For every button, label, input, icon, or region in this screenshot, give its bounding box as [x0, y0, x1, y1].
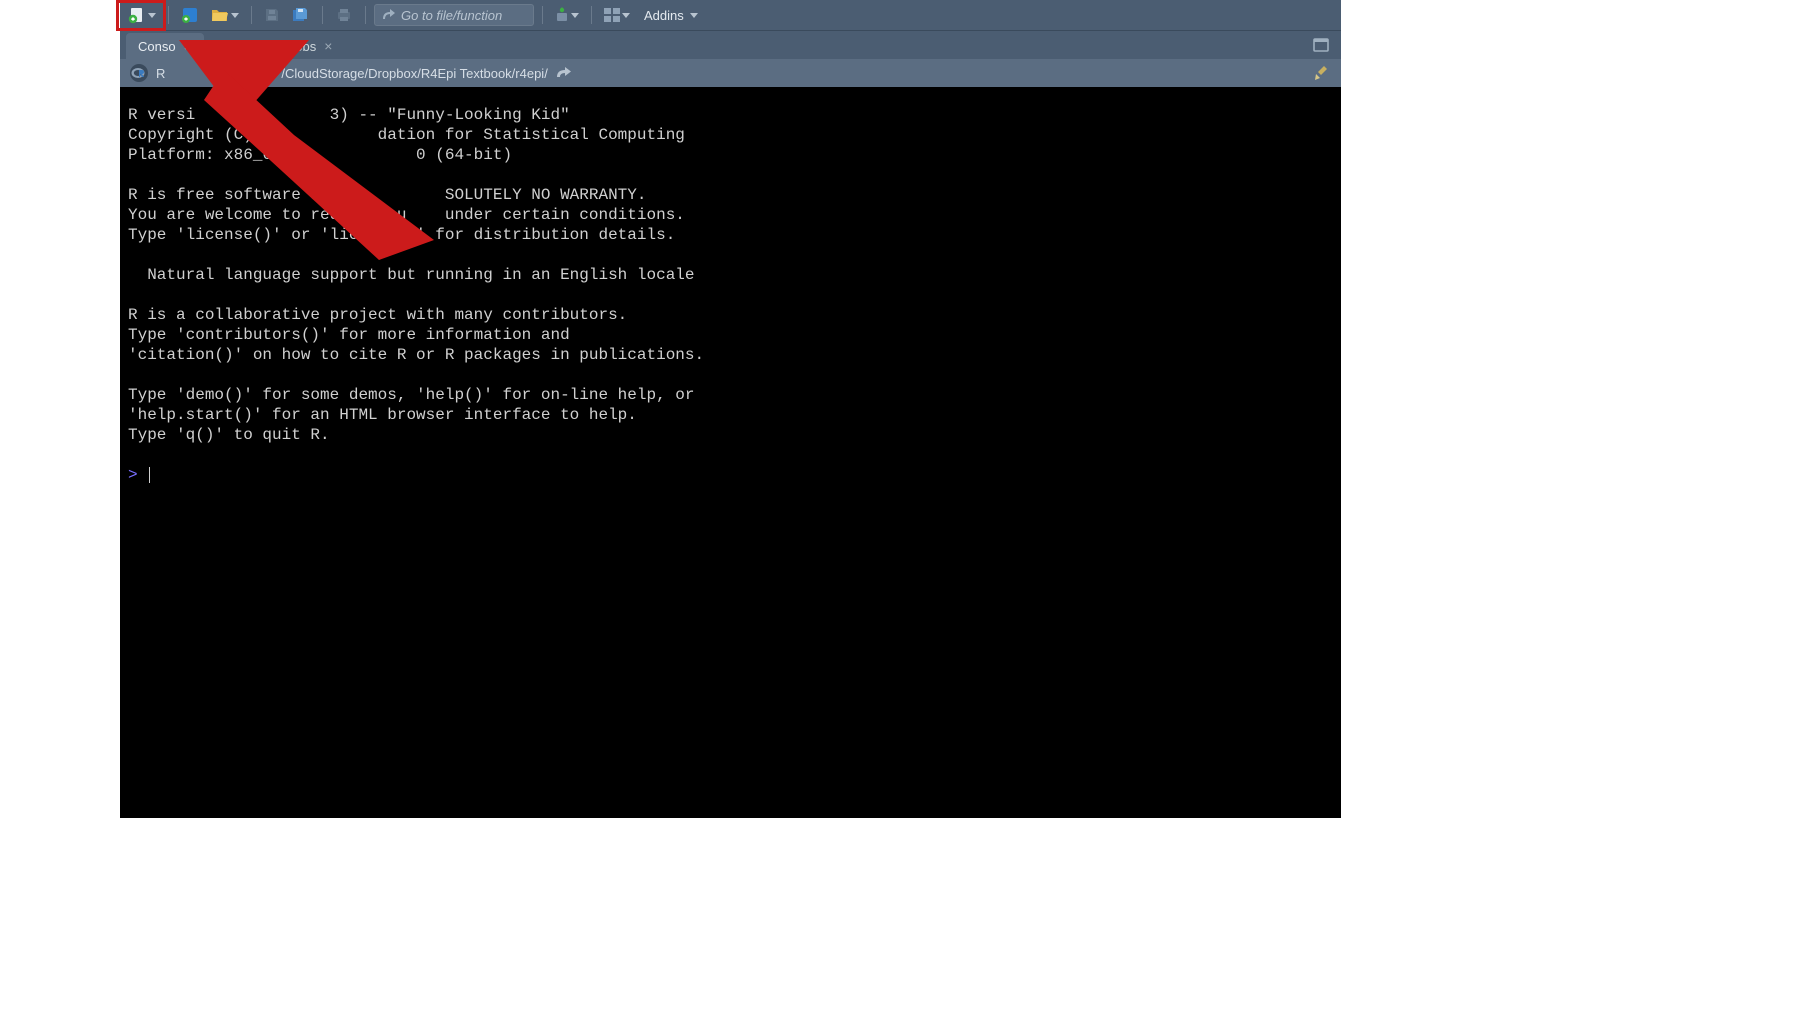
- chevron-down-icon: [622, 13, 630, 18]
- goto-arrow-icon: [381, 9, 395, 21]
- console-line: 'citation()' on how to cite R or R packa…: [128, 346, 704, 364]
- print-icon: [335, 7, 353, 23]
- new-project-button[interactable]: [177, 3, 203, 27]
- tab-console[interactable]: Conso ×: [126, 33, 204, 59]
- toolbar-separator: [251, 6, 252, 24]
- maximize-icon: [1313, 37, 1331, 53]
- chevron-down-icon: [148, 13, 156, 18]
- console-path-bar: R /CloudStorage/Dropbox/R4Epi Textbook/r…: [120, 59, 1341, 87]
- tab-label: Background Jobs: [216, 39, 316, 54]
- console-line: Platform: x86_64-a 0 (64-bit): [128, 146, 512, 164]
- console-prompt: >: [128, 466, 138, 484]
- new-file-icon: [128, 6, 146, 24]
- console-line: Type 'q()' to quit R.: [128, 426, 330, 444]
- toolbar-separator: [365, 6, 366, 24]
- tools-icon: [555, 7, 569, 23]
- chevron-down-icon: [571, 13, 579, 18]
- maximize-pane-button[interactable]: [1313, 37, 1331, 53]
- toolbar-separator: [168, 6, 169, 24]
- tools-button[interactable]: [551, 3, 583, 27]
- addins-label: Addins: [644, 8, 684, 23]
- console-line: 'help.start()' for an HTML browser inter…: [128, 406, 637, 424]
- save-all-icon: [292, 7, 310, 23]
- console-line: R is a collaborative project with many c…: [128, 306, 627, 324]
- goto-placeholder-text: Go to file/function: [401, 8, 502, 23]
- save-icon: [264, 7, 280, 23]
- r-version-letter: R: [156, 66, 165, 81]
- toolbar-separator: [322, 6, 323, 24]
- rstudio-window: Go to file/function Addins: [120, 0, 1341, 818]
- new-project-icon: [181, 6, 199, 24]
- tab-background-jobs[interactable]: Background Jobs ×: [204, 33, 345, 59]
- chevron-down-icon: [690, 13, 698, 18]
- goto-arrow-icon: [556, 67, 572, 79]
- panes-button[interactable]: [600, 3, 634, 27]
- addins-menu[interactable]: Addins: [638, 8, 704, 23]
- goto-file-function-input[interactable]: Go to file/function: [374, 4, 534, 26]
- console-line: Type 'demo()' for some demos, 'help()' f…: [128, 386, 695, 404]
- main-toolbar: Go to file/function Addins: [120, 0, 1341, 31]
- pane-tabs: Conso × Background Jobs ×: [120, 31, 1341, 59]
- console-line: Natural language support but running in …: [128, 266, 695, 284]
- console-line: Type 'contributors()' for more informati…: [128, 326, 570, 344]
- panes-icon: [604, 8, 620, 22]
- toolbar-separator: [542, 6, 543, 24]
- r-logo-icon: [130, 64, 148, 82]
- console-line: Copyright (C) dation for Statistical Com…: [128, 126, 685, 144]
- new-file-button[interactable]: [124, 3, 160, 27]
- tab-label: Conso: [138, 39, 176, 54]
- close-icon[interactable]: ×: [324, 39, 332, 53]
- close-icon[interactable]: ×: [184, 39, 192, 53]
- console-line: R versi 3) -- "Funny-Looking Kid": [128, 106, 570, 124]
- open-file-button[interactable]: [207, 3, 243, 27]
- console-line: Type 'license()' or 'licence()' for dist…: [128, 226, 675, 244]
- save-all-button[interactable]: [288, 3, 314, 27]
- clear-console-button[interactable]: [1313, 65, 1331, 81]
- open-directory-button[interactable]: [556, 67, 572, 79]
- working-directory-path[interactable]: /CloudStorage/Dropbox/R4Epi Textbook/r4e…: [281, 66, 547, 81]
- chevron-down-icon: [231, 13, 239, 18]
- print-button[interactable]: [331, 3, 357, 27]
- text-cursor: [149, 467, 150, 483]
- toolbar-separator: [591, 6, 592, 24]
- folder-open-icon: [211, 7, 229, 23]
- console-line: R is free software and co SOLUTELY NO WA…: [128, 186, 646, 204]
- broom-icon: [1313, 65, 1331, 81]
- save-button[interactable]: [260, 3, 284, 27]
- r-console[interactable]: R versi 3) -- "Funny-Looking Kid" Copyri…: [120, 87, 1341, 818]
- console-line: You are welcome to redistribu under cert…: [128, 206, 685, 224]
